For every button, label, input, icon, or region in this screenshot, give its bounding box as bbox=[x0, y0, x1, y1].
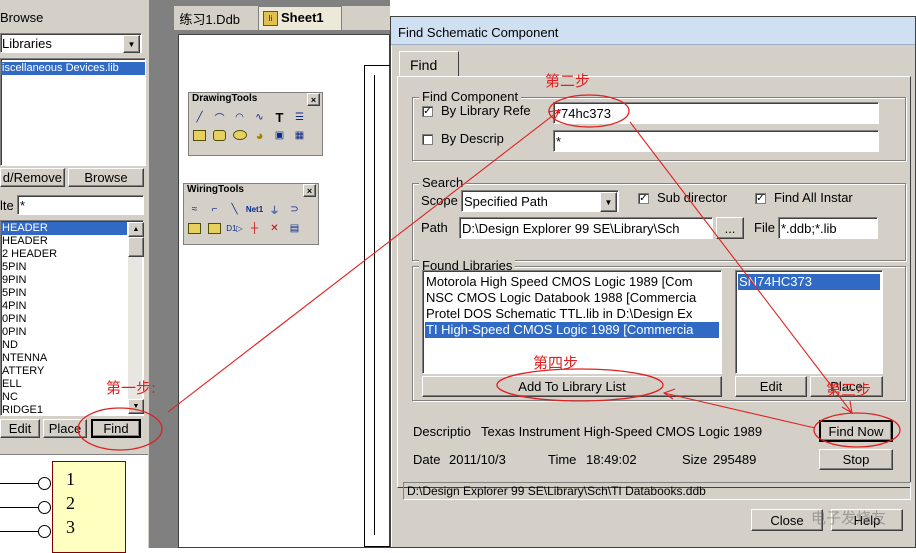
step1-annotation: 第一步: bbox=[106, 379, 157, 397]
step2-annotation: 第二步 bbox=[545, 72, 591, 90]
arrow-step2-to-step3 bbox=[629, 121, 853, 414]
step2-ellipse bbox=[548, 94, 630, 128]
step1-ellipse bbox=[77, 407, 163, 451]
step4-annotation: 第四步 bbox=[533, 354, 579, 372]
arrow-step1-to-step2 bbox=[167, 109, 561, 413]
annotation-overlay bbox=[77, 94, 901, 451]
step3-ellipse bbox=[813, 412, 901, 448]
step4-ellipse bbox=[496, 368, 664, 402]
arrow-step3-to-step4 bbox=[663, 392, 816, 429]
step3-annotation: 第三步 bbox=[826, 381, 872, 399]
